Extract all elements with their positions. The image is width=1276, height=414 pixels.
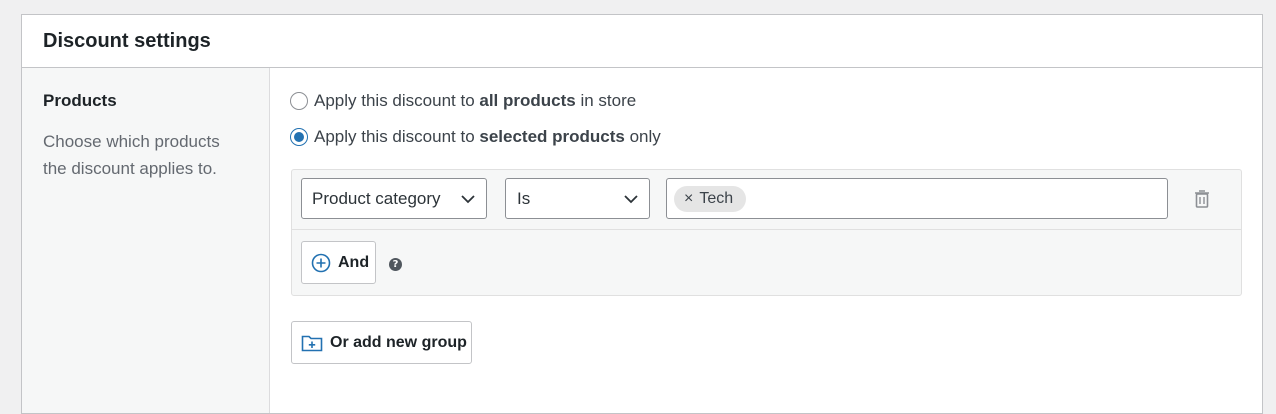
- condition-operator-select[interactable]: Is: [505, 178, 650, 219]
- option-text-prefix: Apply this discount to: [314, 127, 480, 146]
- section-description: Choose which products the discount appli…: [43, 132, 220, 178]
- chevron-down-icon: [624, 195, 638, 204]
- option-text-suffix: only: [624, 127, 661, 146]
- section-sidebar: Products Choose which products the disco…: [22, 68, 270, 413]
- all-products-label: Apply this discount to all products in s…: [314, 91, 636, 111]
- help-icon[interactable]: ?: [389, 258, 402, 271]
- condition-rule-row: Product category Is × Tech: [292, 170, 1241, 230]
- value-token: × Tech: [674, 186, 747, 212]
- add-group-label: Or add new group: [330, 333, 467, 351]
- token-label: Tech: [699, 190, 734, 207]
- folder-plus-icon: [301, 335, 323, 351]
- panel-title: Discount settings: [43, 29, 211, 52]
- add-new-group-button[interactable]: Or add new group: [291, 321, 472, 364]
- remove-token-icon[interactable]: ×: [684, 190, 693, 208]
- all-products-option[interactable]: Apply this discount to all products in s…: [290, 91, 636, 111]
- selected-products-radio[interactable]: [290, 128, 308, 146]
- condition-field-select[interactable]: Product category: [301, 178, 487, 219]
- option-text-bold: all products: [479, 91, 576, 110]
- option-text-suffix: in store: [575, 91, 637, 110]
- section-title: Products: [43, 91, 117, 110]
- plus-circle-icon: [311, 253, 331, 272]
- condition-operator-value: Is: [517, 188, 531, 208]
- option-text-bold: selected products: [479, 127, 625, 146]
- condition-field-value: Product category: [312, 188, 441, 208]
- selected-products-label: Apply this discount to selected products…: [314, 127, 661, 147]
- condition-group: Product category Is × Tech And ?: [291, 169, 1242, 296]
- section-content: Apply this discount to all products in s…: [270, 68, 1262, 413]
- panel-header: Discount settings: [22, 15, 1262, 68]
- chevron-down-icon: [461, 195, 475, 204]
- all-products-radio[interactable]: [290, 92, 308, 110]
- and-button-label: And: [338, 253, 370, 271]
- add-and-condition-button[interactable]: And: [301, 241, 376, 284]
- selected-products-option[interactable]: Apply this discount to selected products…: [290, 127, 661, 147]
- option-text-prefix: Apply this discount to: [314, 91, 480, 110]
- trash-icon[interactable]: [1193, 189, 1211, 209]
- discount-settings-panel: Discount settings Products Choose which …: [21, 14, 1263, 414]
- condition-value-input[interactable]: × Tech: [666, 178, 1168, 219]
